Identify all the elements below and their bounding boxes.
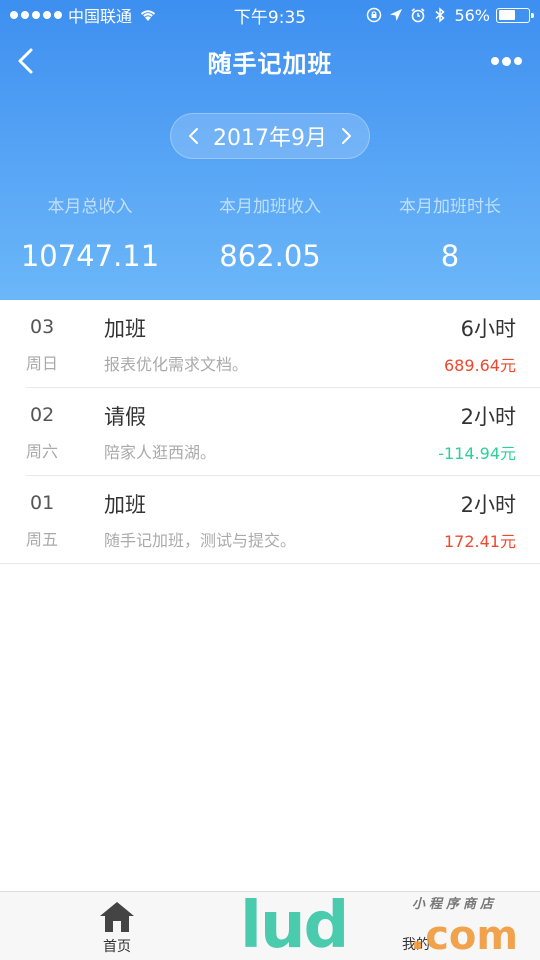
page-title: 随手记加班 — [207, 49, 333, 78]
more-dot — [501, 56, 511, 66]
stat-value: 862.05 — [219, 239, 321, 273]
stat-overtime-income: 本月加班收入 862.05 — [180, 192, 360, 273]
record-hours: 6小时 — [460, 317, 516, 341]
stat-overtime-hours: 本月加班时长 8 — [360, 192, 540, 273]
monthly-stats: 本月总收入 10747.11 本月加班收入 862.05 本月加班时长 8 — [0, 192, 540, 273]
record-amount: -114.94元 — [438, 444, 516, 463]
wifi-icon — [140, 10, 156, 21]
record-type: 加班 — [104, 493, 146, 517]
record-amount: 689.64元 — [444, 356, 516, 375]
stat-value: 10747.11 — [20, 239, 160, 273]
stat-label: 本月加班时长 — [399, 197, 501, 217]
stat-total-income: 本月总收入 10747.11 — [0, 192, 180, 273]
record-row[interactable]: 01 周五 加班 随手记加班，测试与提交。 2小时 172.41元 — [0, 476, 540, 564]
stat-label: 本月加班收入 — [219, 197, 321, 217]
record-weekday: 周日 — [26, 354, 59, 373]
record-hours: 2小时 — [460, 493, 516, 517]
watermark-suffix: .com — [410, 913, 519, 959]
next-month-button[interactable] — [337, 125, 355, 147]
record-amount: 172.41元 — [444, 532, 516, 551]
watermark-logo: lud 小程序商店 .com — [240, 889, 530, 960]
stat-label: 本月总收入 — [47, 197, 133, 217]
tab-home-label: 首页 — [103, 939, 131, 955]
stat-value: 8 — [440, 239, 460, 273]
more-dot — [513, 57, 522, 65]
tab-home[interactable]: 首页 — [80, 900, 154, 956]
record-row[interactable]: 02 周六 请假 陪家人逛西湖。 2小时 -114.94元 — [26, 388, 540, 476]
record-type: 请假 — [104, 405, 146, 429]
record-desc: 陪家人逛西湖。 — [104, 443, 217, 462]
location-arrow-icon — [390, 9, 403, 21]
month-label[interactable]: 2017年9月 — [213, 120, 327, 152]
signal-dots-icon — [10, 11, 62, 19]
record-day: 01 — [30, 492, 55, 514]
prev-month-button[interactable] — [185, 125, 203, 147]
record-row[interactable]: 03 周日 加班 报表优化需求文档。 6小时 689.64元 — [26, 300, 540, 388]
record-hours: 2小时 — [460, 405, 516, 429]
navbar: 随手记加班 — [0, 38, 540, 84]
home-icon — [100, 902, 134, 932]
more-dot — [490, 57, 499, 65]
record-desc: 报表优化需求文档。 — [104, 355, 249, 374]
battery-icon — [496, 7, 534, 23]
watermark-sub: 小程序商店 — [412, 897, 498, 912]
status-right: 56% — [366, 5, 534, 25]
back-button[interactable] — [12, 46, 42, 76]
alarm-icon — [411, 8, 425, 23]
record-day: 03 — [30, 316, 55, 338]
record-type: 加班 — [104, 317, 146, 341]
status-bar: 中国联通 下午9:35 56% — [0, 0, 540, 30]
bluetooth-icon — [435, 7, 446, 23]
header-panel: 中国联通 下午9:35 56% 随手记加班 2017年9月 本月总收入 1074… — [0, 0, 540, 300]
record-weekday: 周六 — [26, 442, 59, 461]
record-list: 03 周日 加班 报表优化需求文档。 6小时 689.64元 02 周六 请假 … — [0, 300, 540, 564]
record-desc: 随手记加班，测试与提交。 — [104, 531, 297, 550]
record-weekday: 周五 — [26, 530, 59, 549]
watermark-main: lud — [240, 889, 349, 960]
record-day: 02 — [30, 404, 55, 426]
month-selector: 2017年9月 — [170, 113, 370, 159]
battery-percent: 56% — [454, 5, 490, 25]
status-left: 中国联通 — [10, 3, 158, 27]
battery-fill — [498, 10, 515, 20]
more-button[interactable] — [486, 48, 526, 74]
rotation-lock-icon — [367, 7, 382, 23]
carrier-name: 中国联通 — [68, 7, 133, 26]
